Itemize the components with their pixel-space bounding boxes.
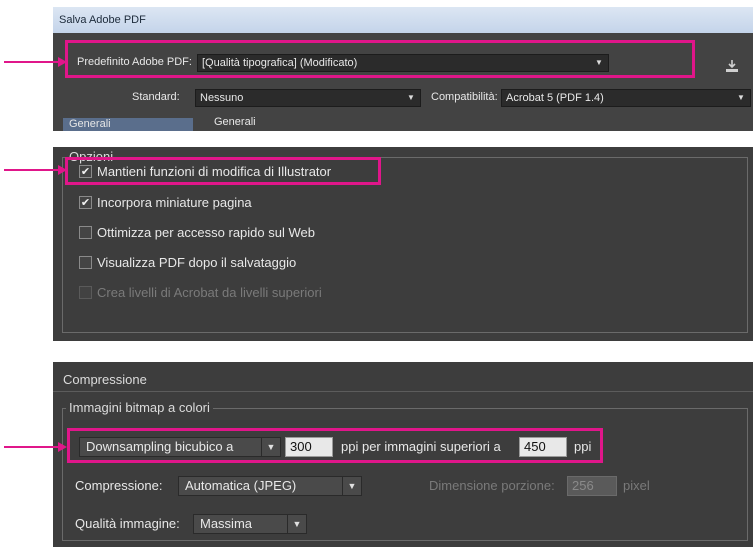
quality-dropdown[interactable]: Massima ▼ — [193, 514, 307, 534]
window-title: Salva Adobe PDF — [53, 7, 753, 33]
option-row-0[interactable]: ✔ Mantieni funzioni di modifica di Illus… — [79, 164, 379, 180]
checkbox-unchecked[interactable] — [79, 256, 92, 269]
option-row-4: Crea livelli di Acrobat da livelli super… — [79, 285, 379, 301]
chevron-down-icon: ▼ — [287, 515, 306, 533]
option-label: Ottimizza per accesso rapido sul Web — [97, 225, 315, 240]
tile-size-input: 256 — [567, 476, 617, 496]
chevron-down-icon: ▼ — [595, 58, 603, 67]
option-row-1[interactable]: ✔ Incorpora miniature pagina — [79, 195, 379, 211]
ppi-label: ppi — [574, 439, 592, 454]
downsampling-dropdown-value: Downsampling bicubico a — [86, 439, 234, 454]
checkbox-checked[interactable]: ✔ — [79, 196, 92, 209]
download-icon[interactable] — [725, 59, 739, 73]
chevron-down-icon: ▼ — [737, 93, 745, 102]
standard-label: Standard: — [132, 91, 180, 103]
option-row-3[interactable]: Visualizza PDF dopo il salvataggio — [79, 255, 379, 271]
compression-dropdown-value: Automatica (JPEG) — [185, 478, 297, 493]
quality-label: Qualità immagine: — [75, 516, 180, 531]
downsampling-dropdown[interactable]: Downsampling bicubico a ▼ — [79, 437, 281, 457]
pointer-arrow — [4, 446, 59, 448]
compatibility-dropdown[interactable]: Acrobat 5 (PDF 1.4) ▼ — [501, 89, 751, 107]
pixel-label: pixel — [623, 478, 650, 493]
pointer-arrow-head — [58, 165, 67, 175]
pointer-arrow — [4, 169, 59, 171]
quality-dropdown-value: Massima — [200, 516, 253, 531]
compression-panel: Compressione Immagini bitmap a colori Do… — [53, 362, 753, 547]
pointer-arrow-head — [58, 57, 67, 67]
preset-dropdown-value: [Qualità tipografica] (Modificato) — [202, 57, 358, 69]
checkbox-unchecked[interactable] — [79, 226, 92, 239]
pdf-dialog-header-panel: Salva Adobe PDF Predefinito Adobe PDF: [… — [53, 7, 753, 131]
bitmap-group-title: Immagini bitmap a colori — [66, 400, 213, 415]
preset-label: Predefinito Adobe PDF: — [77, 56, 192, 68]
compression-label: Compressione: — [75, 478, 163, 493]
ppi-above-label: ppi per immagini superiori a — [341, 439, 501, 454]
chevron-down-icon: ▼ — [407, 93, 415, 102]
sidebar-item-generali[interactable]: Generali — [63, 118, 193, 131]
pointer-arrow — [4, 61, 59, 63]
compression-section-title: Compressione — [63, 372, 147, 387]
checkbox-disabled — [79, 286, 92, 299]
section-divider — [53, 391, 753, 392]
tile-size-label: Dimensione porzione: — [429, 478, 555, 493]
option-label: Mantieni funzioni di modifica di Illustr… — [97, 164, 332, 179]
checkbox-checked[interactable]: ✔ — [79, 165, 92, 178]
option-label: Incorpora miniature pagina — [97, 195, 252, 210]
standard-dropdown-value: Nessuno — [200, 92, 244, 104]
compatibility-dropdown-value: Acrobat 5 (PDF 1.4) — [506, 92, 604, 104]
section-title-generali: Generali — [214, 116, 256, 128]
standard-dropdown[interactable]: Nessuno ▼ — [195, 89, 421, 107]
preset-dropdown[interactable]: [Qualità tipografica] (Modificato) ▼ — [197, 54, 609, 72]
compatibility-label: Compatibilità: — [431, 91, 498, 103]
resolution-input[interactable]: 300 — [285, 437, 333, 457]
option-row-2[interactable]: Ottimizza per accesso rapido sul Web — [79, 225, 379, 241]
option-label: Visualizza PDF dopo il salvataggio — [97, 255, 297, 270]
options-panel: Opzioni ✔ Mantieni funzioni di modifica … — [53, 147, 753, 341]
chevron-down-icon: ▼ — [342, 477, 361, 495]
pointer-arrow-head — [58, 442, 67, 452]
above-resolution-input[interactable]: 450 — [519, 437, 567, 457]
compression-dropdown[interactable]: Automatica (JPEG) ▼ — [178, 476, 362, 496]
option-label: Crea livelli di Acrobat da livelli super… — [97, 285, 322, 300]
chevron-down-icon: ▼ — [261, 438, 280, 456]
